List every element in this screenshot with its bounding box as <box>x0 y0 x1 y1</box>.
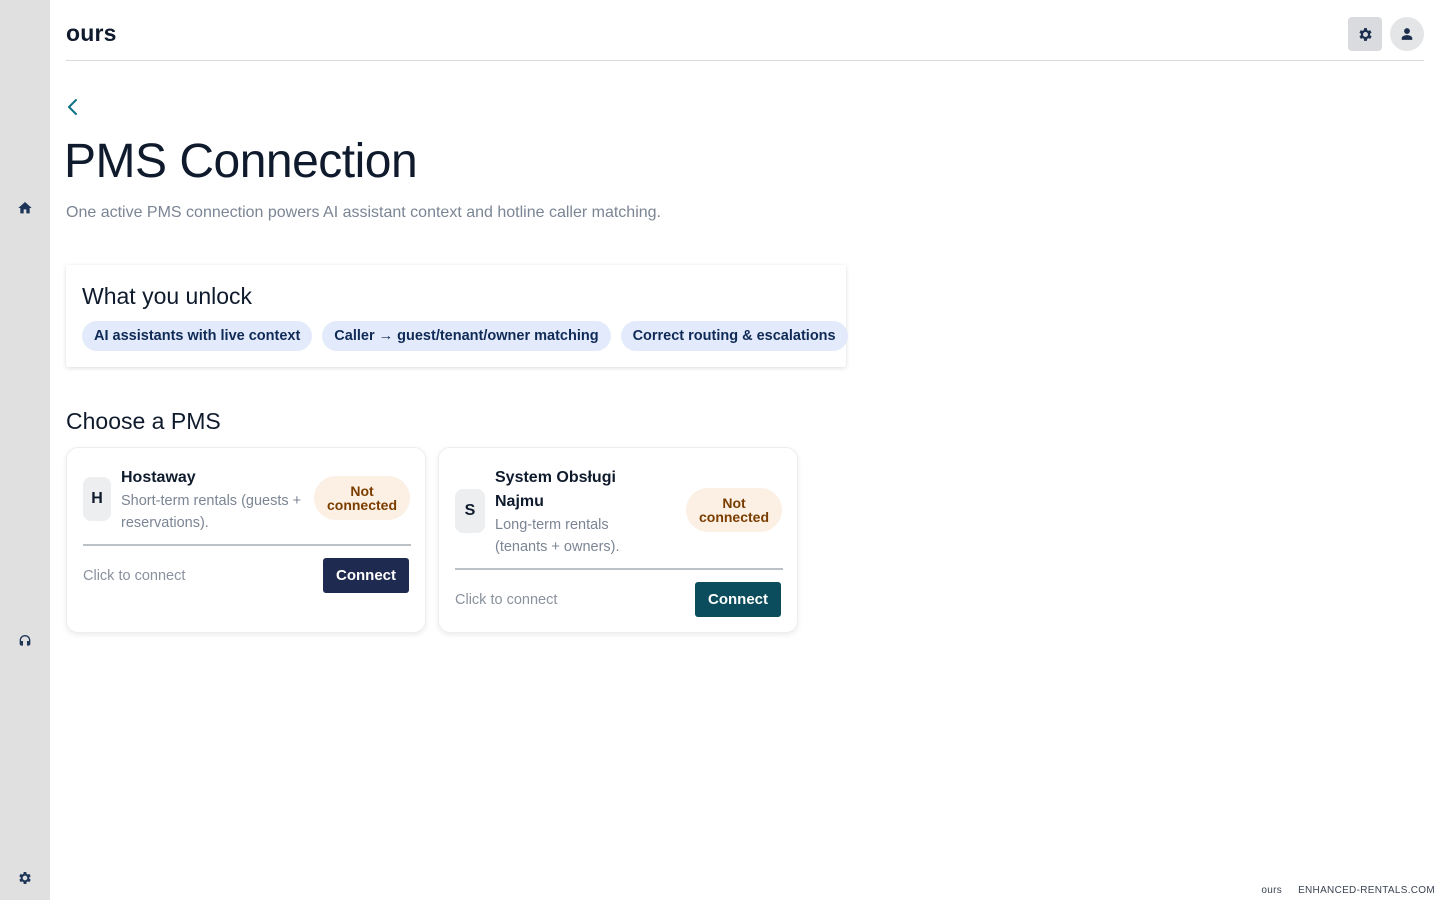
connect-button-system-obslugi-najmu[interactable]: Connect <box>695 582 781 617</box>
chevron-left-icon <box>68 99 77 115</box>
pms-avatar: H <box>83 477 111 521</box>
user-menu-button[interactable] <box>1390 17 1424 51</box>
page-title: PMS Connection <box>64 135 418 188</box>
pms-card-hostaway[interactable]: H Hostaway Short-term rentals (guests + … <box>66 447 426 633</box>
home-icon[interactable] <box>17 200 33 216</box>
pms-description: Long-term rentals (tenants + owners). <box>495 517 620 555</box>
brand-logo[interactable]: ours <box>66 20 117 47</box>
card-divider <box>455 568 783 570</box>
status-badge: Not connected <box>686 488 782 532</box>
choose-pms-title: Choose a PMS <box>66 408 221 434</box>
feature-chip: Caller → guest/tenant/owner matching <box>322 321 611 351</box>
gear-icon[interactable] <box>17 870 33 886</box>
pms-name: System Obsługi Najmu <box>495 469 616 510</box>
back-button[interactable] <box>66 96 86 118</box>
unlock-title: What you unlock <box>82 283 253 309</box>
unlock-card: What you unlock AI assistants with live … <box>66 265 848 367</box>
pms-name: Hostaway <box>121 469 196 486</box>
sidebar <box>0 0 50 900</box>
pms-description: Short-term rentals (guests + reservation… <box>121 493 302 531</box>
gear-icon <box>1358 27 1372 41</box>
connect-hint: Click to connect <box>455 592 558 608</box>
top-bar: ours <box>66 0 1424 61</box>
unlock-chips: AI assistants with live context Caller →… <box>82 321 848 351</box>
card-divider <box>83 544 411 546</box>
footer-domain[interactable]: ENHANCED-RENTALS.COM <box>1298 885 1435 896</box>
user-icon <box>1401 28 1413 40</box>
page-subtitle: One active PMS connection powers AI assi… <box>66 204 661 221</box>
connect-hint: Click to connect <box>83 568 186 584</box>
settings-button[interactable] <box>1348 17 1382 51</box>
footer: ours ENHANCED-RENTALS.COM <box>1261 885 1435 896</box>
footer-brand: ours <box>1261 885 1283 896</box>
feature-chip: Correct routing & escalations <box>620 321 848 351</box>
feature-chip: AI assistants with live context <box>82 321 313 351</box>
support-icon[interactable] <box>17 633 33 649</box>
status-badge: Not connected <box>314 476 410 520</box>
connect-button-hostaway[interactable]: Connect <box>323 558 409 593</box>
pms-avatar: S <box>455 489 485 533</box>
pms-card-system-obslugi-najmu[interactable]: S System Obsługi Najmu Long-term rentals… <box>438 447 798 633</box>
